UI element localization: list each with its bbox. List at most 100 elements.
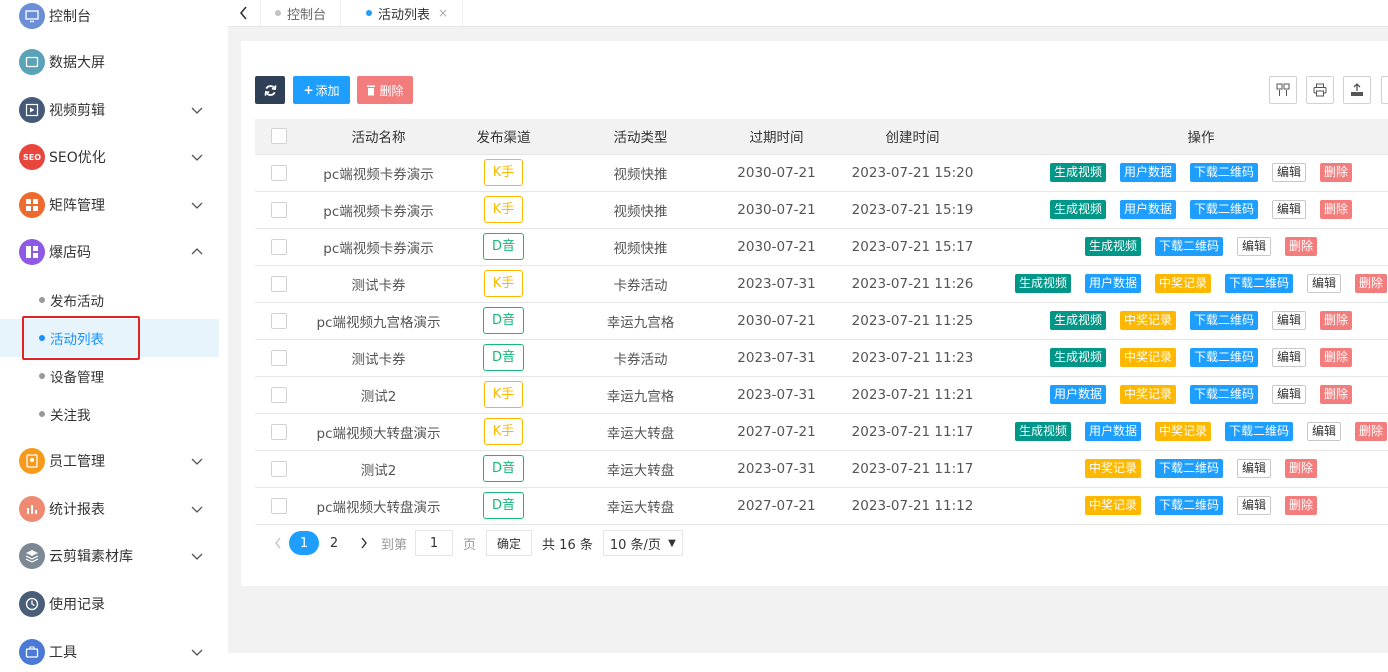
goto-page-input[interactable] bbox=[415, 530, 454, 556]
generate-video-button[interactable]: 生成视频 bbox=[1049, 163, 1106, 182]
edit-button[interactable]: 编辑 bbox=[1307, 422, 1342, 441]
header-activity-type[interactable]: 活动类型 bbox=[552, 119, 729, 155]
page-2-button[interactable]: 2 bbox=[319, 531, 349, 555]
sidebar-subitem-3[interactable]: 设备管理 bbox=[0, 357, 219, 395]
prize-record-button[interactable]: 中奖记录 bbox=[1154, 274, 1211, 293]
generate-video-button[interactable]: 生成视频 bbox=[1049, 200, 1106, 219]
delete-button[interactable]: 删除 bbox=[1285, 237, 1318, 256]
row-checkbox[interactable] bbox=[270, 312, 287, 329]
row-checkbox[interactable] bbox=[270, 423, 287, 440]
row-checkbox[interactable] bbox=[270, 349, 287, 366]
sidebar-item-report[interactable]: 统计报表 bbox=[0, 489, 219, 529]
prev-page-button[interactable] bbox=[267, 531, 289, 555]
prize-record-button[interactable]: 中奖记录 bbox=[1154, 422, 1211, 441]
edit-button[interactable]: 编辑 bbox=[1237, 496, 1272, 515]
download-qrcode-button[interactable]: 下载二维码 bbox=[1154, 237, 1223, 256]
delete-button[interactable]: 删除 bbox=[1320, 163, 1353, 182]
delete-button[interactable]: 删除 bbox=[1355, 274, 1388, 293]
user-data-button[interactable]: 用户数据 bbox=[1119, 163, 1176, 182]
page-size-select[interactable]: 10 条/页 ▼ bbox=[602, 530, 683, 556]
generate-video-button[interactable]: 生成视频 bbox=[1014, 274, 1071, 293]
delete-button[interactable]: 删除 bbox=[1320, 385, 1353, 404]
download-qrcode-button[interactable]: 下载二维码 bbox=[1189, 385, 1258, 404]
goto-confirm-button[interactable]: 确定 bbox=[486, 530, 533, 556]
columns-filter-button[interactable] bbox=[1269, 76, 1297, 104]
sidebar-item-screen[interactable]: 数据大屏 bbox=[0, 42, 219, 82]
row-checkbox[interactable] bbox=[270, 460, 287, 477]
export-button[interactable] bbox=[1343, 76, 1371, 104]
edit-button[interactable]: 编辑 bbox=[1272, 163, 1307, 182]
bullet-dot-icon bbox=[39, 335, 45, 341]
row-checkbox[interactable] bbox=[270, 386, 287, 403]
sidebar-subitem-1[interactable]: 发布活动 bbox=[0, 281, 219, 319]
edit-button[interactable]: 编辑 bbox=[1272, 385, 1307, 404]
delete-button[interactable]: 删除 bbox=[1355, 422, 1388, 441]
delete-button[interactable]: 删除 bbox=[1285, 496, 1318, 515]
prize-record-button[interactable]: 中奖记录 bbox=[1119, 311, 1176, 330]
delete-button[interactable]: 删除 bbox=[1285, 459, 1318, 478]
refresh-button[interactable] bbox=[255, 76, 285, 104]
header-expire-time[interactable]: 过期时间 bbox=[729, 119, 824, 155]
user-data-button[interactable]: 用户数据 bbox=[1084, 422, 1141, 441]
sidebar-item-history[interactable]: 使用记录 bbox=[0, 584, 219, 624]
download-qrcode-button[interactable]: 下载二维码 bbox=[1225, 422, 1294, 441]
generate-video-button[interactable]: 生成视频 bbox=[1014, 422, 1071, 441]
delete-button[interactable]: 删除 bbox=[1320, 311, 1353, 330]
row-checkbox[interactable] bbox=[270, 201, 287, 218]
sidebar-item-seo[interactable]: SEO SEO优化 bbox=[0, 137, 219, 177]
edit-button[interactable]: 编辑 bbox=[1272, 200, 1307, 219]
prize-record-button[interactable]: 中奖记录 bbox=[1119, 385, 1176, 404]
batch-delete-button[interactable]: 删除 bbox=[357, 76, 413, 104]
download-qrcode-button[interactable]: 下载二维码 bbox=[1154, 496, 1223, 515]
tab-activity-list[interactable]: 活动列表 × bbox=[352, 0, 464, 26]
row-checkbox[interactable] bbox=[270, 238, 287, 255]
select-all-checkbox[interactable] bbox=[270, 128, 287, 145]
sidebar-item-monitor[interactable]: 控制台 bbox=[0, 0, 219, 36]
delete-button[interactable]: 删除 bbox=[1320, 348, 1353, 367]
sidebar-subitem-4[interactable]: 关注我 bbox=[0, 395, 219, 433]
tab-close-icon[interactable]: × bbox=[438, 6, 448, 20]
prize-record-button[interactable]: 中奖记录 bbox=[1084, 496, 1141, 515]
prize-record-button[interactable]: 中奖记录 bbox=[1084, 459, 1141, 478]
sidebar-item-material[interactable]: 云剪辑素材库 bbox=[0, 536, 219, 576]
download-qrcode-button[interactable]: 下载二维码 bbox=[1189, 200, 1258, 219]
edit-button[interactable]: 编辑 bbox=[1272, 311, 1307, 330]
row-checkbox[interactable] bbox=[270, 497, 287, 514]
download-qrcode-button[interactable]: 下载二维码 bbox=[1225, 274, 1294, 293]
delete-button[interactable]: 删除 bbox=[1320, 200, 1353, 219]
user-data-button[interactable]: 用户数据 bbox=[1049, 385, 1106, 404]
sidebar-item-shop-code[interactable]: 爆店码 bbox=[0, 232, 219, 272]
download-qrcode-button[interactable]: 下载二维码 bbox=[1189, 348, 1258, 367]
header-created-time[interactable]: 创建时间 bbox=[824, 119, 1001, 155]
more-tools-button[interactable] bbox=[1381, 76, 1388, 104]
download-qrcode-button[interactable]: 下载二维码 bbox=[1154, 459, 1223, 478]
row-checkbox[interactable] bbox=[270, 275, 287, 292]
tab-back-button[interactable] bbox=[228, 0, 261, 26]
generate-video-button[interactable]: 生成视频 bbox=[1084, 237, 1141, 256]
header-activity-name[interactable]: 活动名称 bbox=[302, 119, 455, 155]
row-checkbox[interactable] bbox=[270, 164, 287, 181]
action-buttons: 生成视频 用户数据 下载二维码 编辑 删除 bbox=[1001, 200, 1388, 219]
next-page-button[interactable] bbox=[353, 531, 375, 555]
sidebar-item-tool[interactable]: 工具 bbox=[0, 632, 219, 672]
user-data-button[interactable]: 用户数据 bbox=[1119, 200, 1176, 219]
sidebar-item-staff[interactable]: 员工管理 bbox=[0, 441, 219, 481]
edit-button[interactable]: 编辑 bbox=[1237, 459, 1272, 478]
edit-button[interactable]: 编辑 bbox=[1307, 274, 1342, 293]
edit-button[interactable]: 编辑 bbox=[1237, 237, 1272, 256]
user-data-button[interactable]: 用户数据 bbox=[1084, 274, 1141, 293]
sidebar-subitem-2[interactable]: 活动列表 bbox=[0, 319, 219, 357]
header-channel[interactable]: 发布渠道 bbox=[455, 119, 552, 155]
tab-dashboard[interactable]: 控制台 bbox=[261, 0, 342, 26]
download-qrcode-button[interactable]: 下载二维码 bbox=[1189, 163, 1258, 182]
prize-record-button[interactable]: 中奖记录 bbox=[1119, 348, 1176, 367]
generate-video-button[interactable]: 生成视频 bbox=[1049, 348, 1106, 367]
add-button[interactable]: + 添加 bbox=[293, 76, 350, 104]
page-1-button[interactable]: 1 bbox=[289, 531, 319, 555]
generate-video-button[interactable]: 生成视频 bbox=[1049, 311, 1106, 330]
sidebar-item-matrix[interactable]: 矩阵管理 bbox=[0, 185, 219, 225]
sidebar-item-video-edit[interactable]: 视频剪辑 bbox=[0, 90, 219, 130]
download-qrcode-button[interactable]: 下载二维码 bbox=[1189, 311, 1258, 330]
print-button[interactable] bbox=[1306, 76, 1334, 104]
edit-button[interactable]: 编辑 bbox=[1272, 348, 1307, 367]
